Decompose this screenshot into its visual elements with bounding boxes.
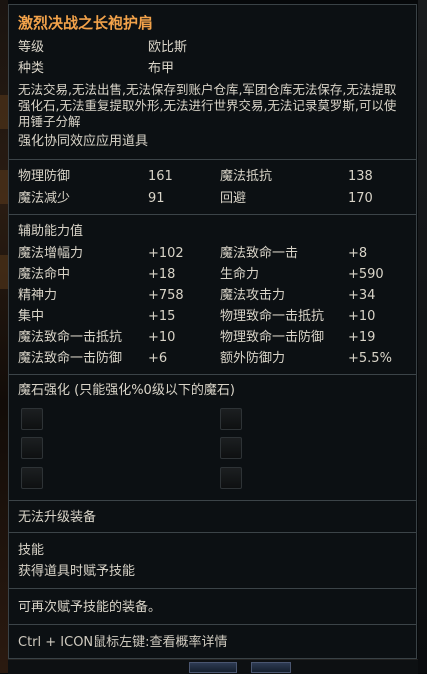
stat-value: +6 (148, 351, 168, 366)
stat-label: 魔法攻击力 (220, 288, 286, 303)
background-panel-edge (418, 0, 427, 673)
stat-value: +758 (148, 288, 184, 303)
stat-label: 魔法致命一击 (220, 246, 299, 261)
hint-section: Ctrl + ICON鼠标左键:查看概率详情 (9, 625, 416, 658)
reenchant-section: 可再次赋予技能的装备。 (9, 589, 416, 625)
bonus-stats-section: 辅助能力值 魔法增幅力 +102 魔法致命一击 +8 魔法命中 +18 生命力 … (9, 215, 416, 375)
skill-text: 获得道具时赋予技能 (18, 564, 136, 579)
stat-label: 魔法致命一击抵抗 (18, 330, 123, 345)
manastone-slot[interactable] (21, 408, 43, 430)
stat-label: 魔法抵抗 (220, 169, 273, 184)
stat-value: 91 (148, 191, 165, 206)
manastone-slot[interactable] (220, 408, 242, 430)
set-effect-text: 强化协同效应应用道具 (18, 134, 149, 149)
stat-label: 魔法减少 (18, 191, 71, 206)
upgrade-text: 无法升级装备 (18, 510, 97, 525)
base-stats-section: 物理防御 161 魔法抵抗 138 魔法减少 91 回避 170 (9, 160, 416, 215)
inventory-slot-edge (0, 170, 8, 204)
stat-label: 物理致命一击抵抗 (220, 309, 325, 324)
skill-header: 技能 (18, 543, 45, 558)
item-restrictions: 无法交易,无法出售,无法保存到账户仓库,军团仓库无法保存,无法提取强化石,无法重… (18, 82, 397, 129)
level-value: 欧比斯 (148, 40, 188, 55)
manastone-section: 魔石强化 (只能强化%0级以下的魔石) (9, 375, 416, 501)
stat-value: 138 (348, 169, 373, 184)
level-label: 等级 (18, 40, 45, 55)
stat-value: 170 (348, 191, 373, 206)
stat-value: +5.5% (348, 351, 392, 366)
stat-value: +10 (348, 309, 376, 324)
stat-label: 魔法增幅力 (18, 246, 84, 261)
stat-value: +102 (148, 246, 184, 261)
manastone-slot[interactable] (21, 437, 43, 459)
manastone-slot[interactable] (21, 467, 43, 489)
item-tooltip: 激烈决战之长袍护肩 等级 欧比斯 种类 布甲 无法交易,无法出售,无法保存到账户… (8, 4, 417, 659)
stat-label: 回避 (220, 191, 247, 206)
stat-value: +8 (348, 246, 368, 261)
manastone-header: 魔石强化 (只能强化%0级以下的魔石) (18, 383, 235, 398)
upgrade-section: 无法升级装备 (9, 501, 416, 533)
stat-label: 生命力 (220, 267, 260, 282)
stat-value: +34 (348, 288, 376, 303)
stat-value: 161 (148, 169, 173, 184)
stat-label: 魔法致命一击防御 (18, 351, 123, 366)
background-icon (189, 662, 237, 673)
stat-label: 物理防御 (18, 169, 71, 184)
stat-label: 额外防御力 (220, 351, 286, 366)
stat-label: 精神力 (18, 288, 58, 303)
background-icon (251, 662, 291, 673)
probability-hint: Ctrl + ICON鼠标左键:查看概率详情 (18, 635, 228, 650)
stat-label: 魔法命中 (18, 267, 71, 282)
manastone-slot[interactable] (220, 437, 242, 459)
stat-value: +15 (148, 309, 176, 324)
type-value: 布甲 (148, 61, 175, 76)
stat-value: +19 (348, 330, 376, 345)
type-label: 种类 (18, 61, 45, 76)
bonus-header: 辅助能力值 (18, 224, 84, 239)
stat-value: +18 (148, 267, 176, 282)
item-header-section: 激烈决战之长袍护肩 等级 欧比斯 种类 布甲 无法交易,无法出售,无法保存到账户… (9, 5, 416, 160)
skill-section: 技能 获得道具时赋予技能 (9, 533, 416, 589)
inventory-slot-edge (0, 255, 8, 289)
stat-label: 集中 (18, 309, 45, 324)
stat-value: +590 (348, 267, 384, 282)
stat-label: 物理致命一击防御 (220, 330, 325, 345)
item-name: 激烈决战之长袍护肩 (18, 14, 154, 32)
stat-value: +10 (148, 330, 176, 345)
manastone-slot[interactable] (220, 467, 242, 489)
reenchant-text: 可再次赋予技能的装备。 (18, 600, 162, 615)
background-inventory-strip (0, 0, 8, 673)
inventory-slot-edge (0, 95, 8, 129)
